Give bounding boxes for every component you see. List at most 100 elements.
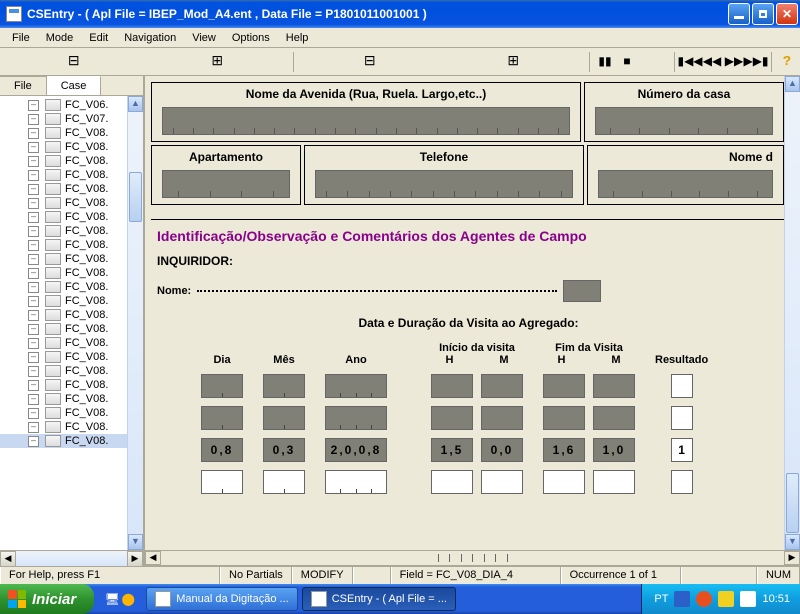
tree-item[interactable]: FC_V06.	[0, 98, 127, 112]
cell-fm-1[interactable]	[593, 374, 635, 398]
cell-mes-4[interactable]	[263, 470, 305, 494]
start-button[interactable]: Iniciar	[0, 584, 94, 614]
prev-icon[interactable]: ◀◀	[703, 53, 721, 71]
quicklaunch-icon-1[interactable]: 🖥	[104, 591, 120, 607]
fscroll-down-icon[interactable]: ▼	[785, 534, 800, 550]
cell-fh-4[interactable]	[543, 470, 585, 494]
field-apartamento[interactable]	[162, 170, 290, 198]
tree-item[interactable]: FC_V08.	[0, 336, 127, 350]
tree-item[interactable]: FC_V08.	[0, 294, 127, 308]
tree-scrollbar[interactable]: ▲ ▼	[127, 96, 143, 550]
tree-item[interactable]: FC_V08.	[0, 126, 127, 140]
tree-item[interactable]: FC_V08.	[0, 266, 127, 280]
cell-ano-3[interactable]: 2,0,0,8	[325, 438, 387, 462]
cell-fm-4[interactable]	[593, 470, 635, 494]
tree-expand-icon[interactable]: ⊞	[148, 53, 288, 71]
minimize-button[interactable]	[728, 3, 750, 25]
tree-item[interactable]: FC_V08.	[0, 322, 127, 336]
scroll-thumb[interactable]	[129, 172, 142, 222]
field-nome-code[interactable]	[563, 280, 601, 302]
menu-options[interactable]: Options	[224, 30, 278, 46]
next-icon[interactable]: ▶▶	[725, 53, 743, 71]
tree-item[interactable]: FC_V08.	[0, 224, 127, 238]
tree-collapse-icon[interactable]: ⊟	[4, 53, 144, 71]
cell-ano-1[interactable]	[325, 374, 387, 398]
cell-mes-2[interactable]	[263, 406, 305, 430]
fscroll-up-icon[interactable]: ▲	[785, 76, 800, 92]
ruler-right-icon[interactable]: ▶	[784, 551, 800, 565]
tree-item[interactable]: FC_V08.	[0, 392, 127, 406]
tree-item[interactable]: FC_V08.	[0, 378, 127, 392]
last-icon[interactable]: ▶▶▮	[747, 53, 765, 71]
maximize-button[interactable]	[752, 3, 774, 25]
hscroll-left-icon[interactable]: ◀	[0, 551, 16, 567]
tab-file[interactable]: File	[0, 76, 47, 95]
menu-view[interactable]: View	[184, 30, 224, 46]
menu-edit[interactable]: Edit	[81, 30, 116, 46]
ruler-left-icon[interactable]: ◀	[145, 551, 161, 565]
tree-item[interactable]: FC_V08.	[0, 196, 127, 210]
taskbar-item-manual[interactable]: Manual da Digitação ...	[146, 587, 298, 611]
tray-icon-4[interactable]	[740, 591, 756, 607]
lang-indicator[interactable]: PT	[654, 593, 668, 605]
cell-fm-2[interactable]	[593, 406, 635, 430]
tree-item[interactable]: FC_V08.	[0, 154, 127, 168]
tree-item[interactable]: FC_V08.	[0, 168, 127, 182]
tree-item[interactable]: FC_V08.	[0, 434, 127, 448]
tree-item[interactable]: FC_V08.	[0, 140, 127, 154]
cell-res-4[interactable]	[671, 470, 693, 494]
field-nomed[interactable]	[598, 170, 773, 198]
form-vscroll[interactable]: ▲ ▼	[784, 76, 800, 550]
menu-help[interactable]: Help	[278, 30, 317, 46]
cell-dia-1[interactable]	[201, 374, 243, 398]
cell-fh-2[interactable]	[543, 406, 585, 430]
scroll-up-icon[interactable]: ▲	[128, 96, 143, 112]
field-telefone[interactable]	[315, 170, 573, 198]
tree-icon-2[interactable]: ⊞	[444, 53, 584, 71]
tree-item[interactable]: FC_V08.	[0, 280, 127, 294]
pause-icon[interactable]: ▮▮	[596, 53, 614, 71]
tray-icon-1[interactable]	[674, 591, 690, 607]
cell-ih-2[interactable]	[431, 406, 473, 430]
help-icon[interactable]: ?	[778, 53, 796, 71]
cell-im-1[interactable]	[481, 374, 523, 398]
cell-res-2[interactable]	[671, 406, 693, 430]
menu-file[interactable]: File	[4, 30, 38, 46]
cell-mes-1[interactable]	[263, 374, 305, 398]
cell-res-3[interactable]: 1	[671, 438, 693, 462]
tree-item[interactable]: FC_V07.	[0, 112, 127, 126]
fscroll-thumb[interactable]	[786, 473, 799, 533]
bottom-ruler[interactable]: ◀ ▶	[145, 550, 800, 566]
stop-icon[interactable]: ■	[618, 53, 636, 71]
field-avenida[interactable]	[162, 107, 570, 135]
tree-item[interactable]: FC_V08.	[0, 238, 127, 252]
cell-fh-3[interactable]: 1,6	[543, 438, 585, 462]
system-tray[interactable]: PT 10:51	[641, 584, 800, 614]
cell-ih-1[interactable]	[431, 374, 473, 398]
cell-ih-4[interactable]	[431, 470, 473, 494]
quicklaunch-icon-2[interactable]: ⬤	[120, 591, 136, 607]
cell-im-4[interactable]	[481, 470, 523, 494]
tree-item[interactable]: FC_V08.	[0, 420, 127, 434]
tab-case[interactable]: Case	[47, 76, 102, 95]
tree-item[interactable]: FC_V08.	[0, 308, 127, 322]
tree-item[interactable]: FC_V08.	[0, 364, 127, 378]
cell-dia-3[interactable]: 0,8	[201, 438, 243, 462]
cell-mes-3[interactable]: 0,3	[263, 438, 305, 462]
cell-dia-4[interactable]	[201, 470, 243, 494]
case-tree[interactable]: FC_V06.FC_V07.FC_V08.FC_V08.FC_V08.FC_V0…	[0, 96, 127, 550]
cell-ano-4[interactable]	[325, 470, 387, 494]
cell-dia-2[interactable]	[201, 406, 243, 430]
cell-res-1[interactable]	[671, 374, 693, 398]
tray-icon-2[interactable]	[696, 591, 712, 607]
tree-icon-1[interactable]: ⊟	[300, 53, 440, 71]
cell-im-2[interactable]	[481, 406, 523, 430]
tree-item[interactable]: FC_V08.	[0, 210, 127, 224]
field-numero[interactable]	[595, 107, 773, 135]
cell-fm-3[interactable]: 1,0	[593, 438, 635, 462]
first-icon[interactable]: ▮◀◀	[681, 53, 699, 71]
cell-fh-1[interactable]	[543, 374, 585, 398]
tree-item[interactable]: FC_V08.	[0, 406, 127, 420]
tree-item[interactable]: FC_V08.	[0, 182, 127, 196]
menu-navigation[interactable]: Navigation	[116, 30, 184, 46]
